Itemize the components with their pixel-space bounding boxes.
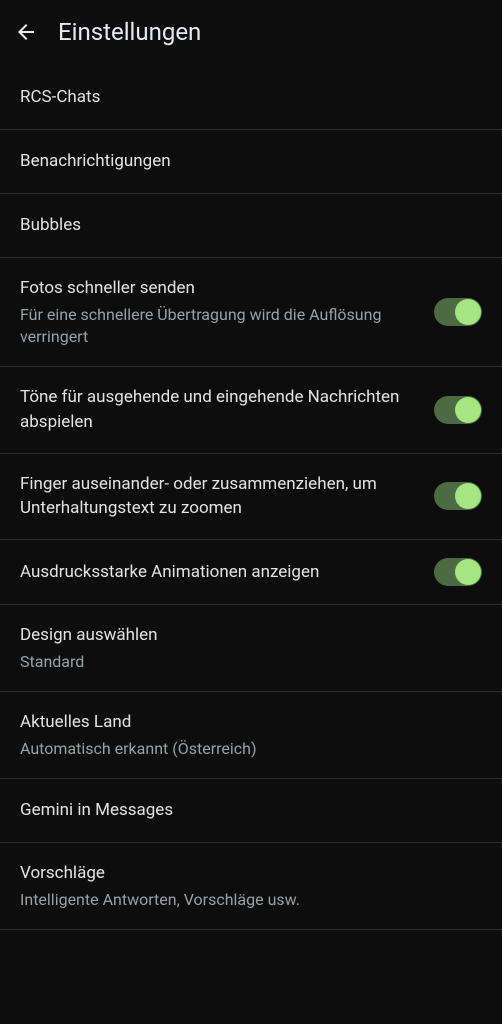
settings-item-title: Gemini in Messages [20, 798, 466, 823]
settings-item-title: Ausdrucksstarke Animationen anzeigen [20, 560, 418, 585]
settings-item-text: RCS-Chats [20, 85, 482, 110]
settings-item-text: Benachrichtigungen [20, 149, 482, 174]
settings-item[interactable]: Vorschläge Intelligente Antworten, Vorsch… [0, 843, 502, 930]
toggle-switch[interactable] [434, 396, 482, 424]
settings-item[interactable]: Ausdrucksstarke Animationen anzeigen [0, 540, 502, 605]
settings-item-title: Fotos schneller senden [20, 276, 418, 301]
settings-item-subtitle: Für eine schnellere Übertragung wird die… [20, 304, 418, 349]
settings-item-text: Bubbles [20, 213, 482, 238]
settings-item[interactable]: Gemini in Messages [0, 779, 502, 843]
toggle-switch[interactable] [434, 482, 482, 510]
toggle-thumb [455, 559, 481, 585]
settings-item-text: Gemini in Messages [20, 798, 482, 823]
toggle-switch[interactable] [434, 558, 482, 586]
back-button[interactable] [14, 20, 38, 44]
settings-item[interactable]: Aktuelles Land Automatisch erkannt (Öster… [0, 692, 502, 779]
settings-item-title: Aktuelles Land [20, 710, 466, 735]
toggle-switch[interactable] [434, 298, 482, 326]
settings-item-title: Bubbles [20, 213, 466, 238]
settings-item-text: Aktuelles Land Automatisch erkannt (Öster… [20, 710, 482, 760]
header: Einstellungen [0, 0, 502, 66]
settings-item-subtitle: Intelligente Antworten, Vorschläge usw. [20, 889, 466, 911]
settings-item-subtitle: Automatisch erkannt (Österreich) [20, 738, 466, 760]
toggle-thumb [455, 483, 481, 509]
settings-item-text: Fotos schneller senden Für eine schneller… [20, 276, 434, 348]
settings-list: RCS-Chats Benachrichtigungen Bubbles Fotos … [0, 66, 502, 930]
settings-item-text: Finger auseinander- oder zusammenziehen,… [20, 472, 434, 521]
settings-item[interactable]: Benachrichtigungen [0, 130, 502, 194]
settings-item-title: Finger auseinander- oder zusammenziehen,… [20, 472, 418, 521]
settings-item-title: Töne für ausgehende und eingehende Nachr… [20, 385, 418, 434]
arrow-back-icon [14, 20, 38, 44]
settings-item[interactable]: Finger auseinander- oder zusammenziehen,… [0, 454, 502, 540]
toggle-thumb [455, 397, 481, 423]
settings-item-text: Vorschläge Intelligente Antworten, Vorsch… [20, 861, 482, 911]
settings-item-title: Design auswählen [20, 623, 466, 648]
settings-item-text: Design auswählen Standard [20, 623, 482, 673]
toggle-thumb [455, 299, 481, 325]
settings-item-text: Ausdrucksstarke Animationen anzeigen [20, 560, 434, 585]
settings-item-title: RCS-Chats [20, 85, 466, 110]
settings-item-title: Benachrichtigungen [20, 149, 466, 174]
settings-item[interactable]: Töne für ausgehende und eingehende Nachr… [0, 367, 502, 453]
settings-item-subtitle: Standard [20, 651, 466, 673]
settings-item[interactable]: Design auswählen Standard [0, 605, 502, 692]
settings-item-text: Töne für ausgehende und eingehende Nachr… [20, 385, 434, 434]
page-title: Einstellungen [58, 18, 201, 46]
settings-item[interactable]: Fotos schneller senden Für eine schneller… [0, 258, 502, 367]
settings-item-title: Vorschläge [20, 861, 466, 886]
settings-item[interactable]: Bubbles [0, 194, 502, 258]
settings-item[interactable]: RCS-Chats [0, 66, 502, 130]
